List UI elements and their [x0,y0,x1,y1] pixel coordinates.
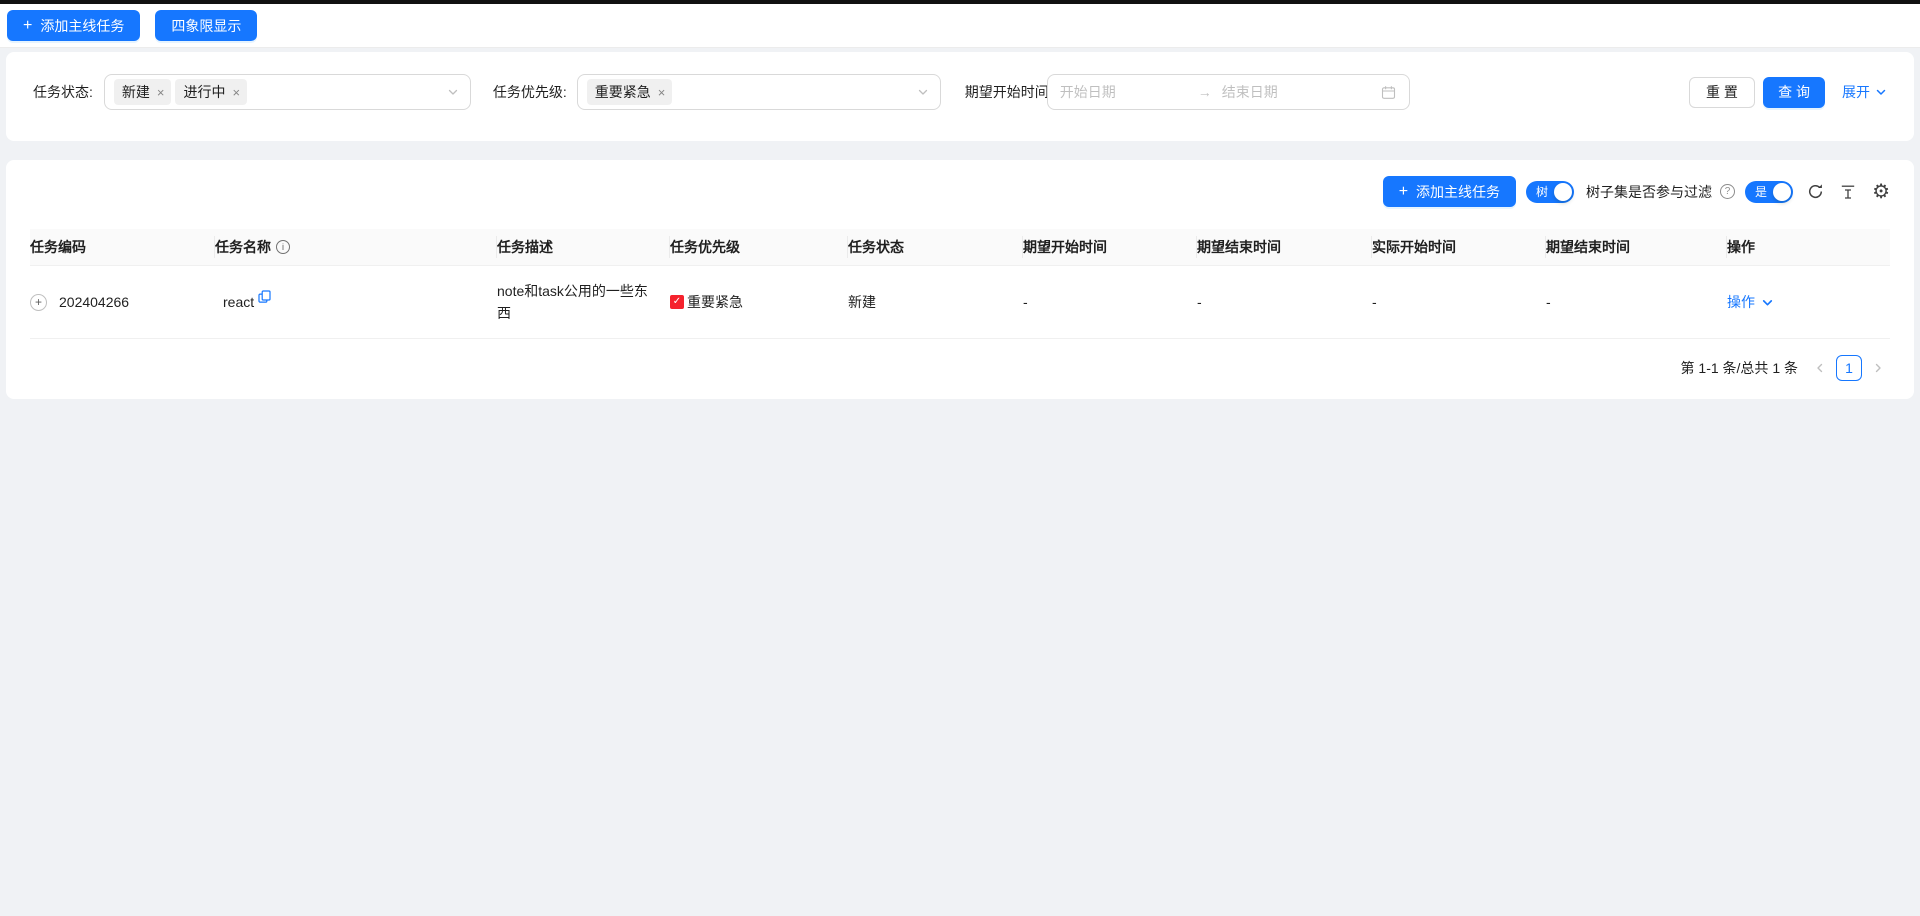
tag-label: 新建 [122,82,150,102]
col-header-label: 任务描述 [497,239,553,255]
col-header-label: 任务名称 [215,237,271,257]
close-icon[interactable]: × [658,86,666,99]
plus-icon: + [1399,184,1408,200]
task-code-value: 202404266 [59,291,129,313]
actual-start-value: - [1372,294,1377,310]
task-status-tag: 进行中 × [175,79,247,105]
toolbar-add-main-task-button[interactable]: + 添加主线任务 [1383,176,1516,207]
expand-row-icon[interactable]: + [30,294,47,311]
task-priority-label: 任务优先级: [493,74,567,110]
page-content: 任务状态: 新建 × 进行中 × 任务优先级: 重要紧急 × [0,48,1920,403]
task-table: 任务编码 任务名称 i 任务描述 任务优先级 任务状态 期望开始时间 期望结束时… [30,229,1890,339]
filter-card: 任务状态: 新建 × 进行中 × 任务优先级: 重要紧急 × [6,52,1914,141]
close-icon[interactable]: × [157,86,165,99]
col-header-label: 期望结束时间 [1546,239,1630,255]
tree-filter-switch[interactable]: 是 [1745,181,1793,203]
reset-button[interactable]: 重 置 [1689,77,1755,108]
calendar-icon [1381,85,1396,100]
check-square-icon: ✓ [670,295,684,309]
row-action-label: 操作 [1727,291,1755,313]
col-header-label: 实际开始时间 [1372,239,1456,255]
task-status-value: 新建 [848,294,876,310]
settings-gear-icon[interactable]: ⚙ [1872,182,1890,202]
col-header-task-status: 任务状态 [848,229,1023,266]
col-header-label: 期望开始时间 [1023,239,1107,255]
col-header-task-description: 任务描述 [497,229,670,266]
col-header-label: 任务优先级 [670,239,740,255]
tree-mode-switch[interactable]: 树 [1526,181,1574,203]
task-priority-value: 重要紧急 [687,291,743,313]
arrow-right-icon: → [1198,84,1212,100]
col-header-expected-start: 期望开始时间 [1023,229,1197,266]
tree-switch-label: 树 [1536,183,1548,200]
copy-icon[interactable] [258,290,271,303]
col-header-actual-start: 实际开始时间 [1372,229,1546,266]
col-header-task-name: 任务名称 i [215,229,497,266]
end-date-input[interactable] [1222,84,1350,100]
task-priority-select[interactable]: 重要紧急 × [577,74,941,110]
query-label: 查 询 [1778,82,1810,102]
col-header-label: 操作 [1727,239,1755,255]
task-name-value: react [223,291,254,313]
expected-start-time-label: 期望开始时间 [965,74,1049,110]
col-header-label: 任务编码 [30,239,86,255]
chevron-down-icon [917,86,929,98]
table-row: + 202404266 react [30,266,1890,339]
close-icon[interactable]: × [232,86,240,99]
quadrant-display-button[interactable]: 四象限显示 [155,10,257,41]
tag-label: 进行中 [183,82,225,102]
task-status-select[interactable]: 新建 × 进行中 × [104,74,471,110]
yes-switch-label: 是 [1755,183,1767,200]
switch-knob [1773,183,1791,201]
col-header-actions: 操作 [1727,229,1890,266]
question-circle-icon[interactable]: ? [1720,184,1735,199]
task-status-tag: 新建 × [114,79,172,105]
task-table-card: + 添加主线任务 树 树子集是否参与过滤 ? 是 [6,160,1914,399]
col-header-expected-end-2: 期望结束时间 [1546,229,1727,266]
start-date-input[interactable] [1060,84,1188,100]
prev-page-icon[interactable] [1808,362,1832,374]
expected-end-value: - [1197,294,1202,310]
chevron-down-icon [447,86,459,98]
tag-label: 重要紧急 [595,82,651,102]
task-priority-tag: 重要紧急 × [587,79,673,105]
expected-start-value: - [1023,294,1028,310]
next-page-icon[interactable] [1866,362,1890,374]
task-description-value: note和task公用的一些东西 [497,283,648,321]
chevron-down-icon [1761,296,1774,309]
plus-icon: + [23,18,32,34]
row-action-dropdown[interactable]: 操作 [1727,291,1774,313]
pagination-summary: 第 1-1 条/总共 1 条 [1681,358,1798,378]
table-header-row: 任务编码 任务名称 i 任务描述 任务优先级 任务状态 期望开始时间 期望结束时… [30,229,1890,266]
reset-label: 重 置 [1706,82,1738,102]
refresh-icon[interactable] [1807,183,1824,200]
col-header-label: 期望结束时间 [1197,239,1281,255]
query-button[interactable]: 查 询 [1763,77,1825,108]
quadrant-display-label: 四象限显示 [171,16,241,36]
column-height-icon[interactable] [1840,184,1856,200]
col-header-label: 任务状态 [848,239,904,255]
expected-start-range-picker[interactable]: → [1047,74,1410,110]
col-header-task-code: 任务编码 [30,229,215,266]
col-header-task-priority: 任务优先级 [670,229,848,266]
tree-filter-question-label: 树子集是否参与过滤 [1586,182,1712,202]
switch-knob [1554,183,1572,201]
chevron-down-icon [1875,86,1887,98]
expected-end-2-value: - [1546,294,1551,310]
add-main-task-label: 添加主线任务 [40,16,124,36]
toolbar-add-main-task-label: 添加主线任务 [1416,182,1500,202]
info-circle-icon[interactable]: i [276,240,290,254]
pagination: 第 1-1 条/总共 1 条 1 [30,355,1890,381]
col-header-expected-end: 期望结束时间 [1197,229,1372,266]
filter-actions: 重 置 查 询 展开 [1689,77,1887,108]
expand-filters-link[interactable]: 展开 [1842,82,1887,102]
page-number-button[interactable]: 1 [1836,355,1862,381]
expand-label: 展开 [1842,82,1870,102]
task-status-label: 任务状态: [33,74,93,110]
top-actions-bar: + 添加主线任务 四象限显示 [0,4,1920,48]
add-main-task-button[interactable]: + 添加主线任务 [7,10,140,41]
table-toolbar: + 添加主线任务 树 树子集是否参与过滤 ? 是 [30,176,1890,207]
